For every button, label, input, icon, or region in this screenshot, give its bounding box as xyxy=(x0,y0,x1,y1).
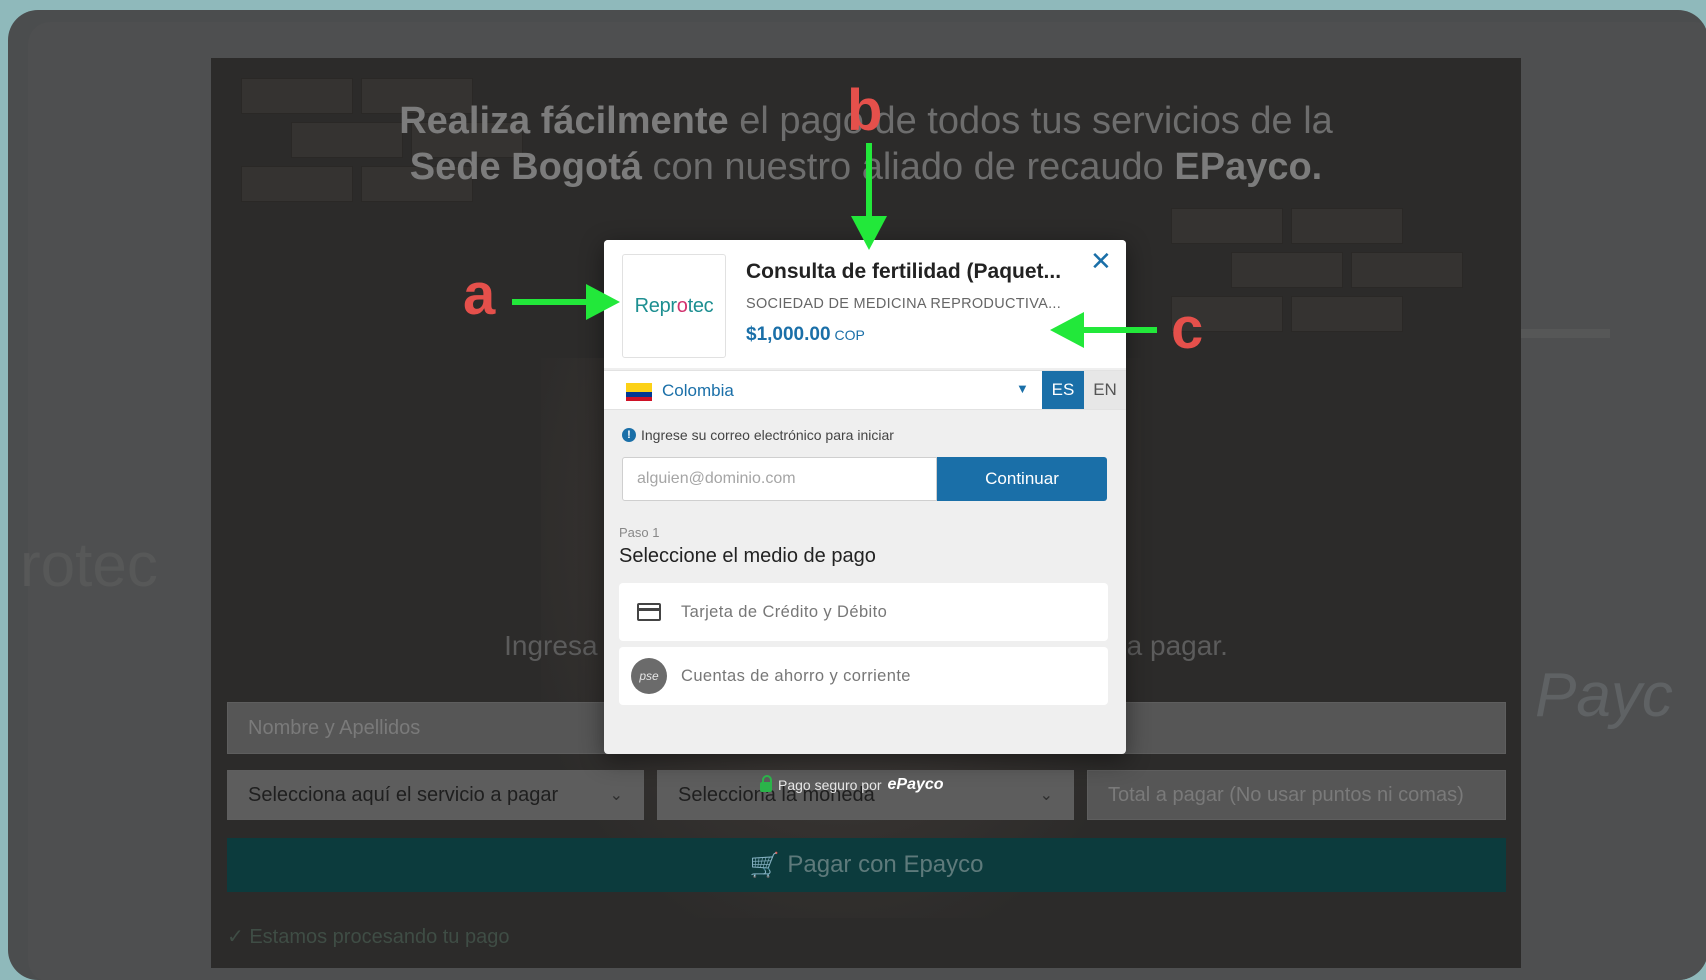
arrow-c-head xyxy=(1050,312,1084,348)
annotation-letter-c: c xyxy=(1171,296,1204,361)
annotation-letter-a: a xyxy=(463,262,496,327)
arrow-a-head xyxy=(586,284,620,320)
annotation-arrows xyxy=(512,143,1157,348)
arrow-b-head xyxy=(851,216,887,250)
annotation-letter-b: b xyxy=(847,78,883,143)
